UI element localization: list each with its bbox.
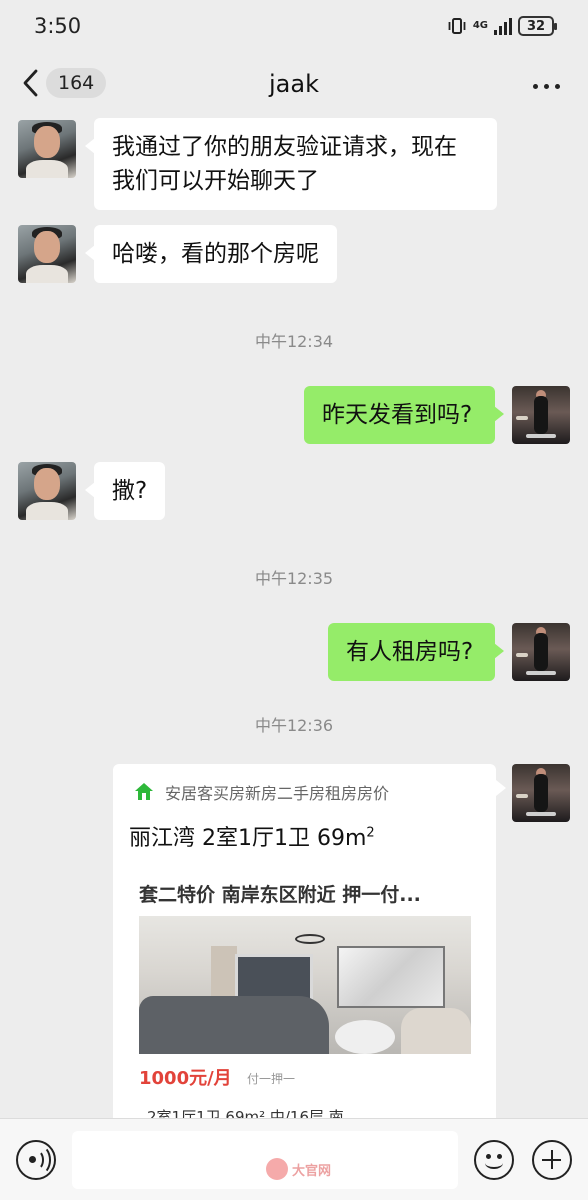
listing-payment-terms: 付一押一 <box>247 1072 296 1086</box>
listing-meta: 2室1厅1卫 69m² 中/16层 南 <box>147 1108 344 1118</box>
battery-icon: 32 <box>518 16 557 36</box>
message-timestamp: 中午12:34 <box>254 332 334 351</box>
message-input[interactable] <box>72 1131 458 1189</box>
my-avatar[interactable] <box>512 623 570 681</box>
message-bubble-received[interactable]: 哈喽，看的那个房呢 <box>85 225 337 283</box>
message-bubble-sent[interactable]: 昨天发看到吗? <box>304 386 504 444</box>
network-label: 4G <box>472 20 488 31</box>
chat-header: 164 jaak <box>0 52 588 118</box>
message-bubble-received[interactable]: 撒? <box>84 462 166 520</box>
card-title-unit: 2 <box>366 825 375 841</box>
listing-share-card[interactable]: 安居客买房新房二手房租房房价 丽江湾 2室1厅1卫 69m2 套二特价 南岸东区… <box>113 764 496 1118</box>
my-avatar[interactable] <box>512 386 570 444</box>
more-functions-icon[interactable] <box>532 1140 572 1180</box>
message-text-line: 我通过了你的朋友验证请求，现在 <box>112 134 457 160</box>
contact-avatar[interactable] <box>18 225 76 283</box>
emoji-icon[interactable] <box>474 1140 514 1180</box>
watermark-logo-icon <box>266 1158 288 1180</box>
contact-avatar[interactable] <box>18 120 76 178</box>
card-title-text: 丽江湾 2室1厅1卫 69m <box>129 826 367 851</box>
listing-photo <box>139 916 471 1054</box>
contact-avatar[interactable] <box>18 462 76 520</box>
message-text: 昨天发看到吗? <box>322 402 473 428</box>
status-bar: 3:50 4G 32 <box>0 0 588 52</box>
card-bubble-tail <box>496 780 506 796</box>
signal-icon <box>494 17 512 35</box>
battery-level: 32 <box>526 18 546 34</box>
watermark: 大官网 <box>266 1158 331 1180</box>
my-avatar[interactable] <box>512 764 570 822</box>
message-text: 有人租房吗? <box>346 639 474 665</box>
card-source-text: 安居客买房新房二手房租房房价 <box>165 784 390 803</box>
listing-price: 1000元/月 <box>139 1068 232 1089</box>
message-text: 撒? <box>112 478 148 504</box>
message-timestamp: 中午12:36 <box>254 716 334 735</box>
more-options-icon[interactable] <box>533 84 560 89</box>
voice-input-icon[interactable] <box>16 1140 56 1180</box>
chat-title: jaak <box>269 70 319 98</box>
message-bubble-sent[interactable]: 有人租房吗? <box>328 623 504 681</box>
chat-messages[interactable]: 我通过了你的朋友验证请求，现在 我们可以开始聊天了 哈喽，看的那个房呢 中午12… <box>0 118 588 1118</box>
status-icons: 4G 32 <box>447 16 557 36</box>
anjuke-house-icon <box>135 783 153 800</box>
vibrate-icon <box>448 18 466 34</box>
watermark-text: 大官网 <box>292 1163 332 1179</box>
message-bubble-received[interactable]: 我通过了你的朋友验证请求，现在 我们可以开始聊天了 <box>85 118 497 210</box>
card-title: 丽江湾 2室1厅1卫 69m2 <box>129 820 375 852</box>
card-subtitle: 套二特价 南岸东区附近 押一付... <box>139 884 421 906</box>
message-timestamp: 中午12:35 <box>254 569 334 588</box>
message-text-line: 我们可以开始聊天了 <box>112 168 319 194</box>
card-source: 安居客买房新房二手房租房房价 <box>133 780 389 804</box>
message-text: 哈喽，看的那个房呢 <box>112 241 319 267</box>
status-time: 3:50 <box>34 14 82 38</box>
